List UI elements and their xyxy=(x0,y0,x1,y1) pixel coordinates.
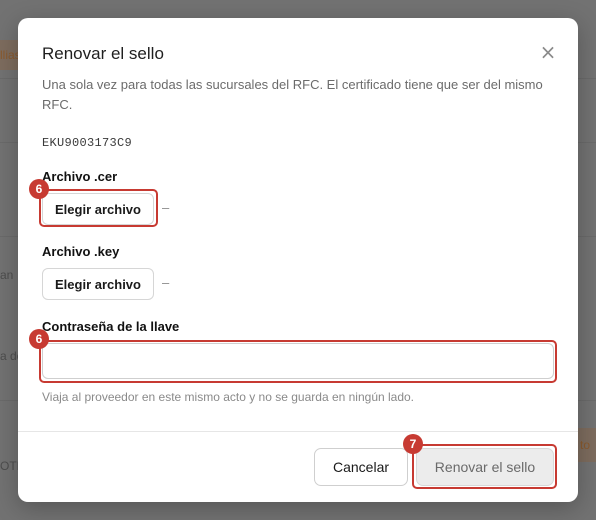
footer-divider xyxy=(18,431,578,432)
rfc-value: EKU9003173C9 xyxy=(42,136,133,150)
step-badge: 7 xyxy=(403,434,423,454)
key-file-status: – xyxy=(162,275,170,290)
dialog-title: Renovar el sello xyxy=(42,44,164,63)
password-label: Contraseña de la llave xyxy=(42,319,180,334)
close-icon[interactable]: × xyxy=(538,42,558,62)
renew-seal-button[interactable]: Renovar el sello xyxy=(416,448,554,486)
key-file-button[interactable]: Elegir archivo xyxy=(42,268,154,300)
background-text: to xyxy=(580,438,591,452)
cer-label: Archivo .cer xyxy=(42,169,118,184)
password-input[interactable] xyxy=(42,343,554,379)
password-hint: Viaja al proveedor en este mismo acto y … xyxy=(42,390,415,404)
dialog-description: Una sola vez para todas las sucursales d… xyxy=(42,77,543,112)
cer-file-button[interactable]: Elegir archivo xyxy=(42,193,154,225)
renew-seal-dialog: Renovar el sello × Una sola vez para tod… xyxy=(18,18,578,502)
step-badge: 6 xyxy=(29,329,49,349)
step-badge: 6 xyxy=(29,179,49,199)
background-text: an xyxy=(0,268,14,282)
cancel-button[interactable]: Cancelar xyxy=(314,448,408,486)
cer-file-status: – xyxy=(162,200,170,215)
key-label: Archivo .key xyxy=(42,244,120,259)
